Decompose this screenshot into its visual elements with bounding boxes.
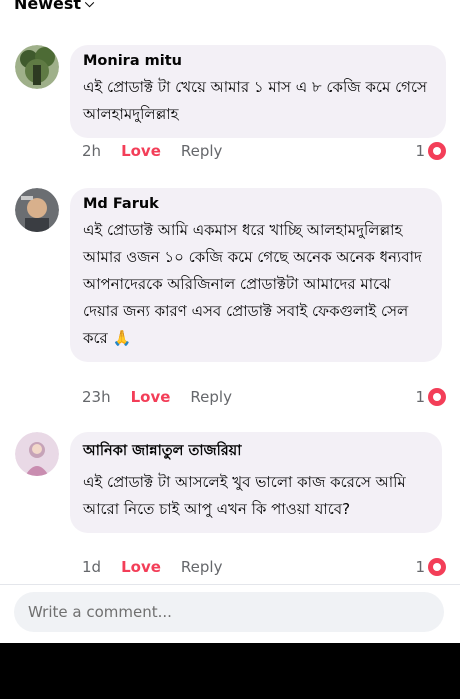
avatar[interactable]: [15, 432, 59, 476]
reaction-number: 1: [415, 388, 425, 406]
comment-bubble[interactable]: আনিকা জান্নাতুল তাজরিয়া এই প্রোডাক্ট টা…: [70, 432, 442, 533]
love-button[interactable]: Love: [121, 142, 161, 160]
reaction-number: 1: [415, 558, 425, 576]
love-button[interactable]: Love: [131, 388, 171, 406]
reaction-count[interactable]: 1: [415, 142, 446, 160]
reaction-count[interactable]: 1: [415, 388, 446, 406]
reaction-count[interactable]: 1: [415, 558, 446, 576]
comment-author[interactable]: আনিকা জান্নাতুল তাজরিয়া: [83, 440, 429, 464]
comment-meta: 2h Love Reply: [82, 142, 222, 160]
love-icon: [428, 558, 446, 576]
reply-button[interactable]: Reply: [181, 558, 223, 576]
comment-author[interactable]: Monira mitu: [83, 53, 433, 69]
avatar[interactable]: [15, 45, 59, 89]
sort-dropdown[interactable]: Newest ⌵: [14, 0, 94, 13]
comment-author[interactable]: Md Faruk: [83, 196, 429, 212]
comment-meta: 23h Love Reply: [82, 388, 232, 406]
reply-button[interactable]: Reply: [190, 388, 232, 406]
comment-composer[interactable]: [14, 592, 444, 632]
love-icon: [428, 142, 446, 160]
comment-time[interactable]: 1d: [82, 558, 101, 576]
comment-time[interactable]: 2h: [82, 142, 101, 160]
comments-screen: Newest ⌵ Monira mitu এই প্রোডাক্ট টা খেয…: [0, 0, 460, 643]
sort-label: Newest: [14, 0, 82, 13]
reaction-number: 1: [415, 142, 425, 160]
reply-button[interactable]: Reply: [181, 142, 223, 160]
comment-text: এই প্রোডাক্ট আমি একমাস ধরে খাচ্ছি আলহামদ…: [83, 221, 422, 347]
comment-bubble[interactable]: Md Faruk এই প্রোডাক্ট আমি একমাস ধরে খাচ্…: [70, 188, 442, 362]
love-button[interactable]: Love: [121, 558, 161, 576]
comment-time[interactable]: 23h: [82, 388, 111, 406]
chevron-down-icon: ⌵: [85, 0, 95, 10]
love-icon: [428, 388, 446, 406]
comment-text: এই প্রোডাক্ট টা খেয়ে আমার ১ মাস এ ৮ কেজ…: [83, 78, 427, 123]
comment-meta: 1d Love Reply: [82, 558, 222, 576]
comment-input[interactable]: [28, 603, 430, 621]
comment-text: এই প্রোডাক্ট টা আসলেই খুব ভালো কাজ করেসে…: [83, 473, 406, 518]
avatar[interactable]: [15, 188, 59, 232]
comment-bubble[interactable]: Monira mitu এই প্রোডাক্ট টা খেয়ে আমার ১…: [70, 45, 446, 138]
divider: [0, 584, 460, 585]
